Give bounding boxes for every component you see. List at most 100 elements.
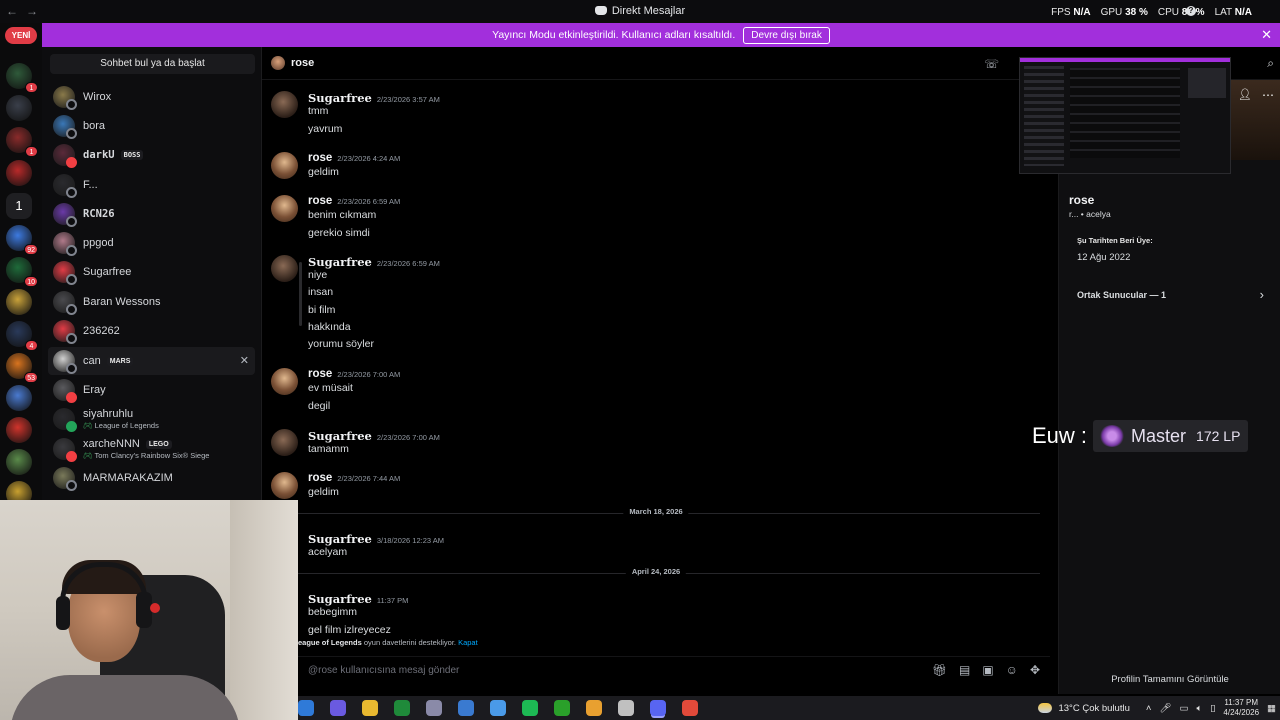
taskbar-app-icon[interactable] (394, 700, 410, 716)
view-full-profile-button[interactable]: Profilin Tamamını Görüntüle (1059, 674, 1280, 685)
message-avatar[interactable] (271, 368, 298, 395)
message-avatar[interactable] (271, 472, 298, 499)
message-author-name[interactable]: rose (308, 195, 332, 207)
message-author[interactable]: Sugarfree 2/23/2026 6:59 AM (308, 255, 440, 269)
taskbar-app-icon[interactable] (618, 700, 634, 716)
dm-item[interactable]: can MARS ✕ (48, 347, 255, 375)
dm-item[interactable]: 236262 (48, 317, 255, 345)
server-icon[interactable]: 53 (6, 353, 38, 383)
taskbar-app-icon[interactable] (458, 700, 474, 716)
message-composer[interactable]: @rose kullanıcısına mesaj gönder 🎁︎ ▤ ▣ … (298, 656, 1050, 684)
dm-name-text: Baran Wessons (83, 296, 161, 308)
message-author-name[interactable]: rose (308, 152, 332, 164)
dm-item[interactable]: darkU BOSS (48, 141, 255, 169)
find-conversation-button[interactable]: Sohbet bul ya da başlat (50, 54, 255, 74)
message-author-name[interactable]: Sugarfree (308, 532, 372, 546)
mutual-servers[interactable]: Ortak Sunucular — 1 (1077, 290, 1166, 300)
voice-call-icon[interactable]: ☏ (984, 57, 999, 71)
taskbar-app-icon[interactable] (650, 700, 666, 716)
taskbar-app-icon[interactable] (586, 700, 602, 716)
chevron-right-icon[interactable]: › (1260, 287, 1264, 302)
server-icon[interactable] (6, 417, 32, 443)
server-icon[interactable] (6, 160, 32, 186)
network-icon[interactable]: ▭ (1180, 703, 1189, 714)
dm-item[interactable]: Baran Wessons (48, 288, 255, 316)
chevron-up-icon[interactable]: ˄ (1146, 703, 1152, 714)
message-author-name[interactable]: rose (308, 368, 332, 380)
dm-item[interactable]: Eray (48, 376, 255, 404)
taskbar-app-icon[interactable] (362, 700, 378, 716)
taskbar-app-icon[interactable] (298, 700, 314, 716)
taskbar-app-icon[interactable] (554, 700, 570, 716)
notifications-icon[interactable]: ▦ (1267, 703, 1276, 714)
microphone-icon[interactable]: 🎤︎ (1159, 703, 1171, 714)
add-friend-icon[interactable]: 👤︎ (1238, 88, 1252, 101)
message-avatar[interactable] (271, 255, 298, 282)
server-icon[interactable]: 1 (6, 127, 38, 157)
taskbar-app-icon[interactable] (490, 700, 506, 716)
taskbar-app-icon[interactable] (426, 700, 442, 716)
disable-streamer-mode-button[interactable]: Devre dışı bırak (743, 26, 830, 44)
server-icon[interactable]: 1 (6, 193, 32, 219)
message-author-name[interactable]: Sugarfree (308, 429, 372, 443)
server-icon[interactable] (6, 385, 32, 411)
dm-item[interactable]: F... (48, 171, 255, 199)
message-author[interactable]: Sugarfree 2/23/2026 7:00 AM (308, 429, 440, 443)
dm-item[interactable]: Sugarfree (48, 258, 255, 286)
server-icon[interactable] (6, 95, 32, 121)
gif-icon[interactable]: ▤ (959, 663, 970, 677)
message-author[interactable]: rose 2/23/2026 7:44 AM (308, 472, 400, 484)
message-author[interactable]: rose 2/23/2026 6:59 AM (308, 195, 400, 207)
message-avatar[interactable] (271, 152, 298, 179)
message-author[interactable]: Sugarfree 2/23/2026 3:57 AM (308, 91, 440, 105)
volume-icon[interactable]: 🔈︎ (1196, 703, 1202, 714)
message-avatar[interactable] (271, 429, 298, 456)
server-icon[interactable]: 10 (6, 257, 38, 287)
battery-icon[interactable]: ▯ (1210, 703, 1215, 714)
taskbar-app-icon[interactable] (682, 700, 698, 716)
message-author-name[interactable]: Sugarfree (308, 592, 372, 606)
message-list: Sugarfree 2/23/2026 3:57 AM tmm yavrum rose 2… (262, 80, 1058, 652)
message-author[interactable]: rose 2/23/2026 7:00 AM (308, 368, 400, 380)
message-input[interactable]: @rose kullanıcısına mesaj gönder (308, 665, 459, 676)
dm-item[interactable]: RCN26 (48, 200, 255, 228)
message-author[interactable]: Sugarfree 11:37 PM (308, 592, 408, 606)
help-icon[interactable]: ? (1186, 6, 1196, 16)
clock[interactable]: 11:37 PM 4/24/2026 (1223, 698, 1259, 718)
recipient-avatar[interactable] (271, 56, 285, 70)
dm-item[interactable]: ppgod (48, 229, 255, 257)
server-icon[interactable]: 1 (6, 63, 38, 93)
message-author-name[interactable]: Sugarfree (308, 255, 372, 269)
taskbar-app-icon[interactable] (330, 700, 346, 716)
apps-icon[interactable]: ✥ (1030, 663, 1040, 677)
banner-close-icon[interactable]: ✕ (1261, 27, 1272, 43)
gift-icon[interactable]: 🎁︎ (932, 663, 947, 677)
close-dm-icon[interactable]: ✕ (240, 354, 249, 367)
message-avatar[interactable] (271, 195, 298, 222)
dm-item[interactable]: Wirox (48, 83, 255, 111)
dm-item[interactable]: siyahruhlu 🎮︎ League of Legends (48, 405, 255, 433)
dm-item[interactable]: bora (48, 112, 255, 140)
weather-widget[interactable]: 13°C Çok bulutlu (1038, 703, 1130, 714)
server-icon[interactable] (6, 289, 32, 315)
message-avatar[interactable] (271, 91, 298, 118)
date-divider-label: March 18, 2026 (623, 507, 689, 516)
message-text: tmm (308, 105, 329, 117)
server-icon[interactable]: 4 (6, 321, 38, 351)
more-options-icon[interactable]: ⋯ (1262, 88, 1274, 102)
message-author-name[interactable]: rose (308, 472, 332, 484)
recipient-name[interactable]: rose (291, 57, 314, 69)
search-icon[interactable]: ⌕ (1267, 56, 1274, 71)
new-badge[interactable]: YENİ (5, 27, 37, 44)
server-icon[interactable]: 92 (6, 225, 38, 255)
message-author-name[interactable]: Sugarfree (308, 91, 372, 105)
message-author[interactable]: Sugarfree 3/18/2026 12:23 AM (308, 532, 444, 546)
taskbar-app-icon[interactable] (522, 700, 538, 716)
invite-note-close-link[interactable]: Kapat (458, 638, 478, 647)
dm-item[interactable]: MARMARAKAZIM (48, 464, 255, 492)
sticker-icon[interactable]: ▣ (982, 663, 993, 677)
dm-item[interactable]: xarcheNNN LEGO 🎮︎ Tom Clancy's Rainbow Six… (48, 435, 255, 463)
server-icon[interactable] (6, 449, 32, 475)
message-author[interactable]: rose 2/23/2026 4:24 AM (308, 152, 400, 164)
emoji-icon[interactable]: ☺ (1006, 663, 1018, 677)
